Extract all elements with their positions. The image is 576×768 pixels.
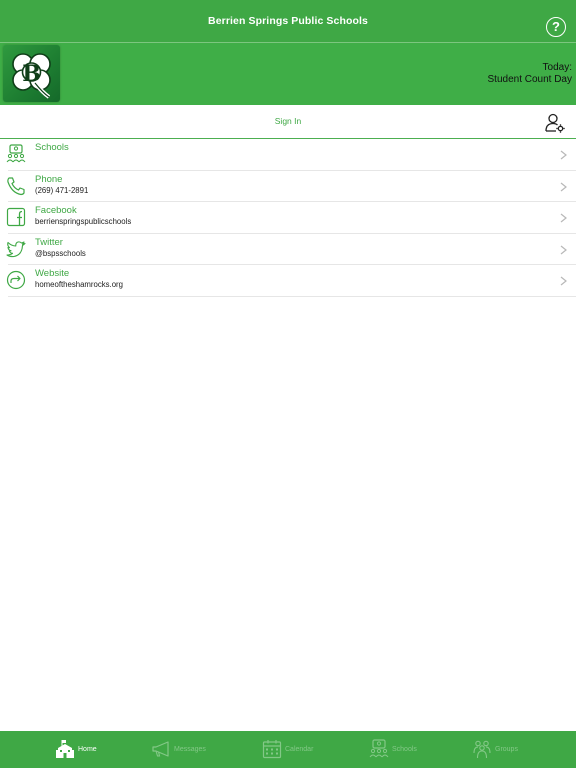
tab-bar: Home Messages Calendar Schools Groups [0,731,576,768]
website-icon [6,270,26,290]
website-label: Website [35,268,70,279]
help-icon: ? [552,19,560,34]
list-item-facebook[interactable]: Facebook berrienspringspublicschools [6,202,576,234]
tab-groups-label: Groups [495,745,518,753]
tab-calendar-label: Calendar [285,745,314,753]
tab-groups[interactable]: Groups [472,736,518,762]
signin-link[interactable]: Sign In [0,116,576,126]
facebook-label: Facebook [35,205,77,216]
tab-messages[interactable]: Messages [151,736,206,762]
chevron-right-icon [560,182,567,191]
today-event: Student Count Day [487,74,573,85]
tab-home[interactable]: Home [55,736,97,762]
chevron-right-icon [560,150,567,160]
today-label: Today: [542,62,572,73]
top-bar: Berrien Springs Public Schools ? [0,0,576,43]
chevron-right-icon [560,245,567,254]
tab-schools[interactable]: Schools [369,736,417,762]
info-list: Schools Phone (269) 471-2891 Facebook be… [0,139,576,297]
facebook-icon [6,207,26,227]
schools-label: Schools [35,142,69,153]
schools-icon [369,739,389,758]
twitter-handle: @bspsschools [35,248,86,258]
signin-bar: Sign In [0,105,576,139]
today-info: Today: Student Count Day [488,62,573,86]
banner: B Today: Student Count Day [0,43,576,105]
megaphone-icon [152,741,169,757]
school-house-icon [56,740,74,758]
list-item-twitter[interactable]: Twitter @bspsschools [6,234,576,265]
list-item-schools[interactable]: Schools [6,139,576,171]
district-logo: B [3,45,60,102]
list-item-phone[interactable]: Phone (269) 471-2891 [7,171,576,202]
chevron-right-icon [560,276,567,286]
twitter-icon [6,240,26,257]
phone-number: (269) 471-2891 [35,185,89,195]
tab-home-label: Home [78,745,97,753]
phone-icon [7,176,25,195]
calendar-icon [262,740,282,759]
svg-text:B: B [22,61,41,87]
chevron-right-icon [560,213,567,223]
tab-schools-label: Schools [392,745,417,753]
tab-calendar[interactable]: Calendar [262,736,313,762]
schools-icon [6,144,26,163]
list-item-website[interactable]: Website homeoftheshamrocks.org [6,265,576,297]
user-settings-icon[interactable] [544,112,566,134]
website-url: homeoftheshamrocks.org [35,280,123,289]
help-button[interactable]: ? [546,17,566,37]
phone-label: Phone [35,173,63,185]
tab-messages-label: Messages [174,745,206,753]
facebook-handle: berrienspringspublicschools [35,217,132,226]
shamrock-icon: B [12,53,51,99]
twitter-label: Twitter [35,236,63,248]
groups-icon [473,740,491,759]
app-title: Berrien Springs Public Schools [208,15,368,27]
